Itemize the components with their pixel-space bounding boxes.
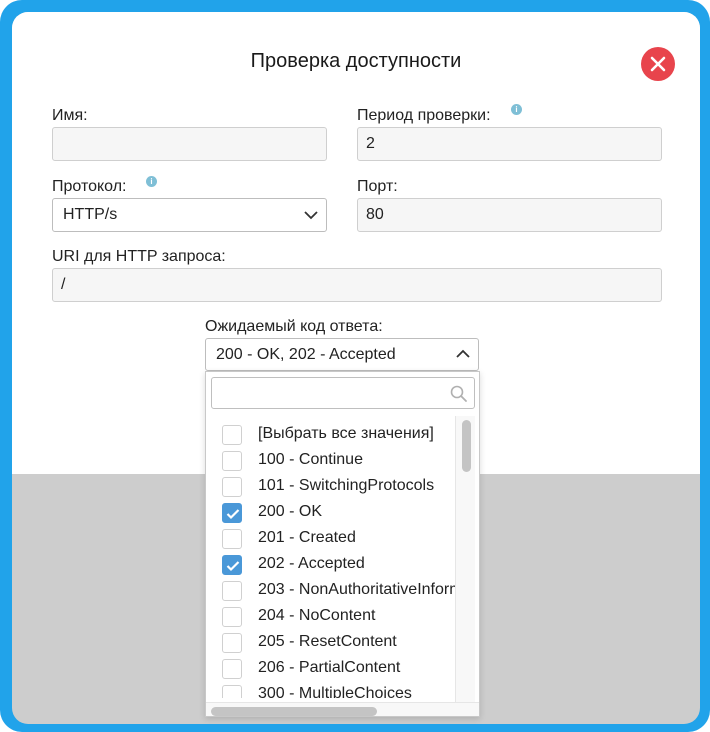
uri-input[interactable]: / bbox=[52, 268, 662, 302]
option-label: 201 - Created bbox=[258, 529, 356, 546]
option-100[interactable]: 100 - Continue bbox=[206, 448, 461, 474]
option-select-all[interactable]: [Выбрать все значения] bbox=[206, 422, 461, 448]
protocol-select[interactable]: HTTP/s bbox=[52, 198, 327, 232]
dropdown-option-list: [Выбрать все значения] 100 - Continue 10… bbox=[206, 422, 461, 698]
option-checkbox[interactable] bbox=[222, 529, 242, 549]
option-204[interactable]: 204 - NoContent bbox=[206, 604, 461, 630]
dialog-title: Проверка доступности bbox=[250, 50, 462, 72]
option-label: 204 - NoContent bbox=[258, 607, 376, 624]
period-label: Период проверки: bbox=[357, 107, 491, 124]
overlay-backdrop: Проверка доступности Имя: Период проверк… bbox=[12, 12, 700, 724]
window-frame: Проверка доступности Имя: Период проверк… bbox=[0, 0, 710, 732]
checkmark-icon bbox=[226, 561, 240, 572]
option-label: [Выбрать все значения] bbox=[258, 425, 434, 442]
option-200[interactable]: 200 - OK bbox=[206, 500, 461, 526]
option-checkbox[interactable] bbox=[222, 633, 242, 653]
option-label: 101 - SwitchingProtocols bbox=[258, 477, 435, 494]
period-info-icon[interactable]: i bbox=[511, 104, 522, 115]
vertical-scrollbar-thumb[interactable] bbox=[462, 420, 471, 472]
search-icon bbox=[450, 385, 467, 402]
option-label: 203 - NonAuthoritativeInformation bbox=[258, 581, 461, 598]
chevron-up-icon bbox=[456, 349, 470, 358]
period-input[interactable]: 2 bbox=[357, 127, 662, 161]
name-input[interactable] bbox=[52, 127, 327, 161]
option-300[interactable]: 300 - MultipleChoices bbox=[206, 682, 461, 698]
name-label: Имя: bbox=[52, 107, 88, 124]
option-checkbox[interactable] bbox=[222, 425, 242, 445]
response-code-label: Ожидаемый код ответа: bbox=[205, 318, 383, 335]
option-label: 202 - Accepted bbox=[258, 555, 365, 572]
protocol-label: Протокол: bbox=[52, 178, 127, 195]
close-icon bbox=[650, 56, 666, 72]
horizontal-scrollbar-thumb[interactable] bbox=[211, 707, 377, 716]
option-checkbox[interactable] bbox=[222, 607, 242, 627]
option-checkbox[interactable] bbox=[222, 451, 242, 471]
uri-label: URI для HTTP запроса: bbox=[52, 248, 226, 265]
response-code-dropdown: [Выбрать все значения] 100 - Continue 10… bbox=[205, 371, 480, 717]
horizontal-scrollbar[interactable] bbox=[206, 702, 479, 716]
option-checkbox-checked[interactable] bbox=[222, 503, 242, 523]
option-checkbox-checked[interactable] bbox=[222, 555, 242, 575]
option-label: 206 - PartialContent bbox=[258, 659, 401, 676]
option-201[interactable]: 201 - Created bbox=[206, 526, 461, 552]
close-button[interactable] bbox=[641, 47, 675, 81]
option-101[interactable]: 101 - SwitchingProtocols bbox=[206, 474, 461, 500]
option-202[interactable]: 202 - Accepted bbox=[206, 552, 461, 578]
protocol-info-icon[interactable]: i bbox=[146, 176, 157, 187]
option-checkbox[interactable] bbox=[222, 685, 242, 698]
response-code-select[interactable]: 200 - OK, 202 - Accepted bbox=[205, 338, 479, 371]
option-205[interactable]: 205 - ResetContent bbox=[206, 630, 461, 656]
checkmark-icon bbox=[226, 509, 240, 520]
option-203[interactable]: 203 - NonAuthoritativeInformation bbox=[206, 578, 461, 604]
option-label: 300 - MultipleChoices bbox=[258, 685, 412, 698]
vertical-scrollbar[interactable] bbox=[455, 416, 475, 702]
option-label: 200 - OK bbox=[258, 503, 323, 520]
dropdown-search-input[interactable] bbox=[211, 377, 475, 409]
option-label: 100 - Continue bbox=[258, 451, 363, 468]
response-code-select-value: 200 - OK, 202 - Accepted bbox=[216, 346, 396, 363]
option-label: 205 - ResetContent bbox=[258, 633, 397, 650]
option-checkbox[interactable] bbox=[222, 477, 242, 497]
chevron-down-icon bbox=[304, 211, 318, 220]
port-label: Порт: bbox=[357, 178, 398, 195]
protocol-select-value: HTTP/s bbox=[63, 206, 118, 223]
option-checkbox[interactable] bbox=[222, 659, 242, 679]
option-206[interactable]: 206 - PartialContent bbox=[206, 656, 461, 682]
option-checkbox[interactable] bbox=[222, 581, 242, 601]
port-input[interactable]: 80 bbox=[357, 198, 662, 232]
